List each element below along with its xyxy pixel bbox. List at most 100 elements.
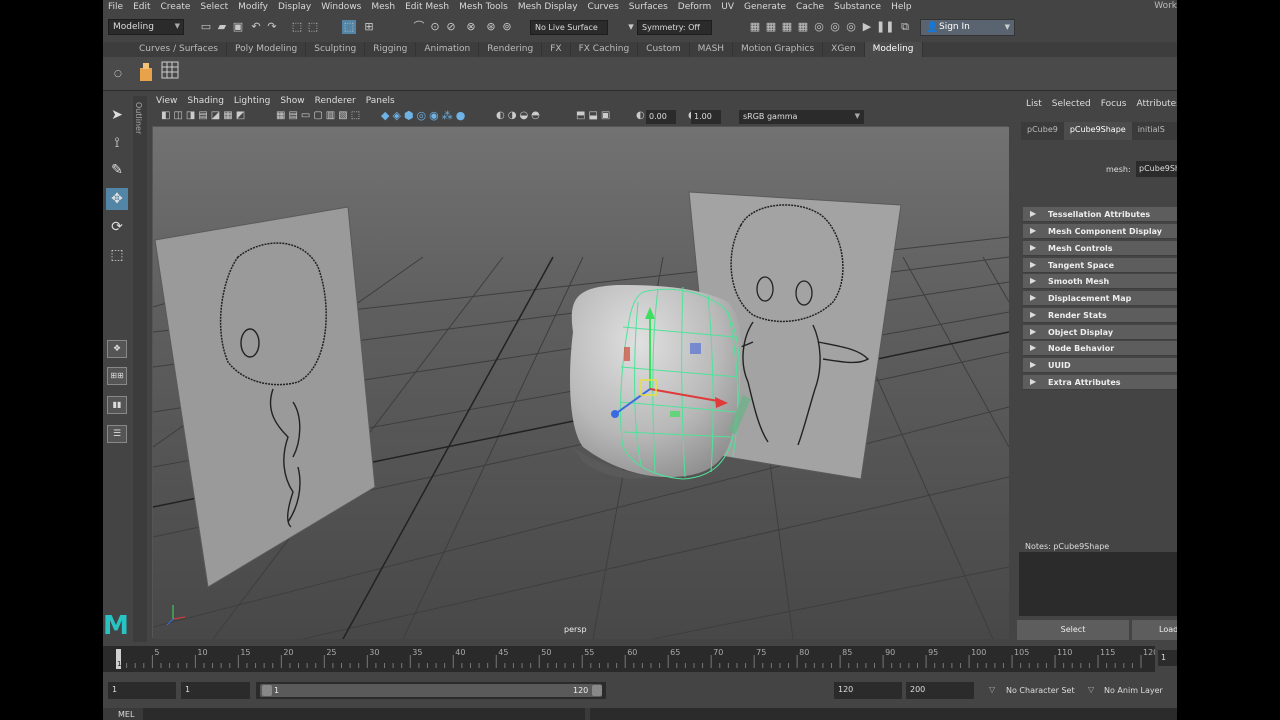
playback-start-field[interactable]: 1 — [181, 682, 250, 699]
range-slider-handle[interactable] — [260, 684, 602, 697]
section-extra-attributes[interactable]: ▶ Extra Attributes — [1023, 375, 1177, 390]
animation-end-field[interactable]: 200 — [906, 682, 974, 699]
save-scene-icon[interactable]: ▣ — [231, 20, 245, 34]
shading-tools-icon[interactable]: ◆◈⬢◎◉⁂● — [381, 109, 468, 122]
lasso-tool-icon[interactable]: ⟟ — [106, 132, 128, 154]
open-scene-icon[interactable]: ▰ — [215, 20, 229, 34]
select-hierarchy-icon[interactable]: ⬚ — [290, 20, 304, 34]
mesh-name-field[interactable]: pCube9Shape — [1136, 161, 1177, 177]
menu-edit[interactable]: Edit — [128, 2, 155, 12]
section-tessellation-attributes[interactable]: ▶ Tessellation Attributes — [1023, 207, 1177, 222]
play-icon[interactable]: ▶ — [860, 20, 874, 34]
render-setup-icon[interactable]: ◎ — [828, 20, 842, 34]
shelf-tab-curves-surfaces[interactable]: Curves / Surfaces — [131, 42, 227, 57]
menu-modify[interactable]: Modify — [233, 2, 273, 12]
isolate-tools-icon[interactable]: ⬒⬓▣ — [576, 110, 613, 121]
section-node-behavior[interactable]: ▶ Node Behavior — [1023, 341, 1177, 356]
current-frame-field[interactable]: 1 — [1158, 650, 1177, 666]
section-object-display[interactable]: ▶ Object Display — [1023, 325, 1177, 340]
ae-menu-focus[interactable]: Focus — [1096, 97, 1132, 112]
menu-create[interactable]: Create — [156, 2, 196, 12]
shelf-tab-poly-modeling[interactable]: Poly Modeling — [227, 42, 307, 57]
load-attributes-button[interactable]: Load — [1132, 620, 1177, 640]
select-component-icon[interactable]: ⬚ — [342, 20, 356, 34]
live-surface-field[interactable]: No Live Surface — [530, 20, 608, 35]
modeling-toolkit-icon[interactable]: ⧉ — [898, 20, 912, 34]
panel-menu-view[interactable]: View — [151, 96, 182, 108]
section-uuid[interactable]: ▶ UUID — [1023, 358, 1177, 373]
exposure-icon[interactable]: ◐ — [636, 110, 645, 121]
snap-point-icon[interactable]: ⊙ — [428, 20, 442, 34]
menu-generate[interactable]: Generate — [739, 2, 791, 12]
snap-curve-icon[interactable]: ⌒ — [412, 20, 426, 34]
snap-grid-icon[interactable]: ⊞ — [362, 20, 376, 34]
ae-menu-selected[interactable]: Selected — [1047, 97, 1096, 112]
render-current-icon[interactable]: ▦ — [764, 20, 778, 34]
symmetry-dropdown-icon[interactable]: ▾ — [624, 20, 638, 34]
sign-in-button[interactable]: 👤 Sign In ▼ — [920, 19, 1015, 36]
select-object-icon[interactable]: ⬚ — [306, 20, 320, 34]
shelf-tab-fx[interactable]: FX — [542, 42, 571, 57]
snap-view-icon[interactable]: ⊘ — [444, 20, 458, 34]
ae-menu-attributes[interactable]: Attributes — [1131, 97, 1177, 112]
panel-menu-shading[interactable]: Shading — [182, 96, 229, 108]
menu-windows[interactable]: Windows — [316, 2, 366, 12]
menu-mesh-tools[interactable]: Mesh Tools — [454, 2, 513, 12]
menu-edit-mesh[interactable]: Edit Mesh — [400, 2, 454, 12]
menu-uv[interactable]: UV — [716, 2, 739, 12]
shelf-tab-modeling[interactable]: Modeling — [864, 42, 923, 57]
snap-tool-icon[interactable]: ⊚ — [500, 20, 514, 34]
shelf-tab-animation[interactable]: Animation — [416, 42, 480, 57]
panel-menu-panels[interactable]: Panels — [361, 96, 400, 108]
undo-icon[interactable]: ↶ — [249, 20, 263, 34]
menu-set-dropdown[interactable]: Modeling ▼ — [108, 19, 184, 35]
menu-select[interactable]: Select — [195, 2, 233, 12]
ipr-render-icon[interactable]: ▦ — [780, 20, 794, 34]
range-start-handle[interactable] — [262, 685, 272, 696]
snap-live-icon[interactable]: ⊛ — [484, 20, 498, 34]
menu-cache[interactable]: Cache — [791, 2, 829, 12]
menu-substance[interactable]: Substance — [829, 2, 886, 12]
move-tool-icon[interactable]: ✥ — [106, 188, 128, 210]
menu-surfaces[interactable]: Surfaces — [624, 2, 673, 12]
shelf-tab-mash[interactable]: MASH — [690, 42, 734, 57]
single-view-layout-icon[interactable]: ❖ — [107, 340, 127, 358]
scale-tool-icon[interactable]: ⬚ — [106, 244, 128, 266]
notes-field[interactable] — [1019, 552, 1177, 616]
gamma-field[interactable]: 1.00 — [691, 110, 721, 124]
shelf-tab-custom[interactable]: Custom — [638, 42, 690, 57]
menu-deform[interactable]: Deform — [673, 2, 716, 12]
menu-display[interactable]: Display — [273, 2, 316, 12]
select-tool-icon[interactable]: ➤ — [106, 104, 128, 126]
character-set-field[interactable]: No Character Set — [1006, 686, 1075, 695]
shelf-tab-sculpting[interactable]: Sculpting — [306, 42, 366, 57]
camera-tools-icon[interactable]: ◧◫◨▤◪▦◩ — [161, 110, 248, 121]
menu-mesh[interactable]: Mesh — [366, 2, 400, 12]
package-icon[interactable] — [135, 60, 155, 84]
symmetry-field[interactable]: Symmetry: Off — [637, 20, 712, 35]
anim-layer-menu-icon[interactable]: ▽ — [1088, 685, 1094, 694]
panel-menu-show[interactable]: Show — [275, 96, 309, 108]
character-set-menu-icon[interactable]: ▽ — [989, 685, 995, 694]
render-settings-icon[interactable]: ▦ — [796, 20, 810, 34]
animation-start-field[interactable]: 1 — [108, 682, 176, 699]
color-space-dropdown[interactable]: sRGB gamma ▼ — [739, 110, 864, 124]
node-tab-initialshadinggroup[interactable]: initialS — [1132, 122, 1171, 140]
shelf-tab-fx-caching[interactable]: FX Caching — [571, 42, 639, 57]
snap-surface-icon[interactable]: ⊗ — [464, 20, 478, 34]
playback-end-field[interactable]: 120 — [834, 682, 902, 699]
section-mesh-component-display[interactable]: ▶ Mesh Component Display — [1023, 224, 1177, 239]
ae-menu-list[interactable]: List — [1021, 97, 1047, 112]
four-view-layout-icon[interactable]: ⊞⊞ — [107, 367, 127, 385]
section-displacement-map[interactable]: ▶ Displacement Map — [1023, 291, 1177, 306]
range-end-handle[interactable] — [592, 685, 602, 696]
node-tab-pcube9[interactable]: pCube9 — [1021, 122, 1064, 140]
section-tangent-space[interactable]: ▶ Tangent Space — [1023, 258, 1177, 273]
redo-icon[interactable]: ↷ — [265, 20, 279, 34]
menu-curves[interactable]: Curves — [583, 2, 624, 12]
shelf-tab-xgen[interactable]: XGen — [823, 42, 865, 57]
panel-menu-lighting[interactable]: Lighting — [229, 96, 275, 108]
node-tab-pcube9shape[interactable]: pCube9Shape — [1063, 122, 1132, 140]
shelf-tab-rigging[interactable]: Rigging — [365, 42, 417, 57]
two-view-layout-icon[interactable]: ▮▮ — [107, 396, 127, 414]
